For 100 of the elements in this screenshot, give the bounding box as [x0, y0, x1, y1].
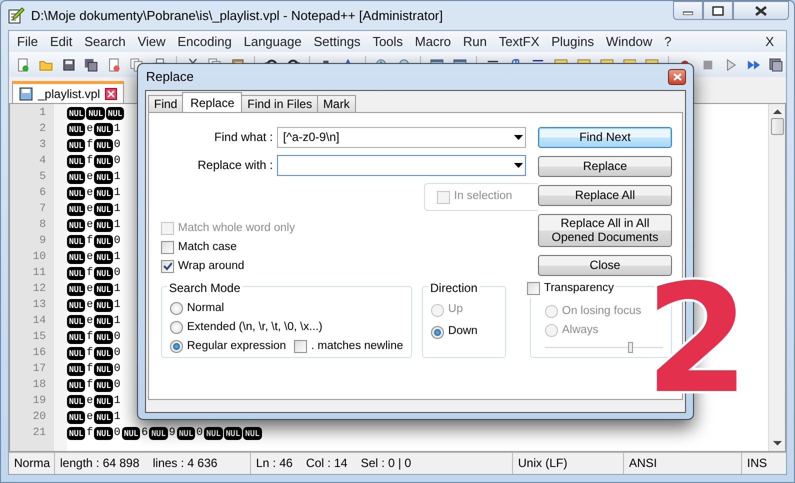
- code-char: e: [86, 250, 94, 265]
- menu-item[interactable]: TextFX: [492, 32, 546, 51]
- menu-item[interactable]: Search: [78, 32, 132, 51]
- null-char-marker: NUL: [224, 426, 242, 440]
- null-char-marker: NUL: [67, 138, 86, 152]
- dialog-tab[interactable]: Find: [148, 95, 184, 112]
- radio-button[interactable]: [170, 302, 183, 315]
- line-number: 14: [32, 314, 47, 329]
- tab-label: _playlist.vpl: [38, 86, 100, 102]
- menu-item[interactable]: View: [132, 32, 172, 51]
- radio-label: Regular expression: [187, 338, 286, 354]
- null-char-marker: NUL: [67, 362, 86, 376]
- null-char-marker: NUL: [94, 154, 113, 168]
- maximize-button[interactable]: [703, 1, 733, 20]
- document-icon[interactable]: [107, 56, 122, 72]
- null-char-marker: NUL: [86, 106, 105, 120]
- line-number: 19: [32, 394, 47, 409]
- code-char: 1: [114, 186, 121, 201]
- code-char: 1: [114, 394, 121, 409]
- code-char: 1: [114, 170, 121, 185]
- scroll-down-arrow-icon[interactable]: [772, 440, 782, 446]
- dialog-button[interactable]: Replace All: [538, 185, 672, 206]
- menu-item[interactable]: Settings: [308, 32, 367, 51]
- menu-item[interactable]: Edit: [44, 32, 78, 51]
- null-char-marker: NUL: [67, 106, 86, 120]
- close-icon: [755, 6, 767, 16]
- radio-button[interactable]: [431, 326, 444, 338]
- disks-icon[interactable]: [84, 56, 98, 72]
- line-number: 2: [38, 122, 47, 137]
- close-document-button[interactable]: X: [759, 32, 780, 51]
- status-text: Unix (LF): [513, 453, 624, 474]
- dropdown-arrow-icon[interactable]: [514, 162, 522, 168]
- null-char-marker: NUL: [94, 266, 113, 280]
- menu-item[interactable]: Encoding: [172, 32, 238, 51]
- null-char-marker: NUL: [94, 122, 113, 136]
- checkbox[interactable]: [294, 340, 308, 353]
- code-char: f: [86, 234, 94, 249]
- checkbox[interactable]: [161, 241, 174, 254]
- menu-item[interactable]: Run: [457, 32, 493, 51]
- dropdown-arrow-icon[interactable]: [514, 134, 522, 140]
- null-char-marker: NUL: [94, 378, 113, 392]
- null-char-marker: NUL: [94, 346, 113, 360]
- null-char-marker: NUL: [67, 186, 86, 200]
- dialog-tab[interactable]: Find in Files: [241, 95, 318, 112]
- radio-button[interactable]: [545, 305, 558, 318]
- code-char: e: [86, 186, 94, 201]
- dialog-button[interactable]: Close: [538, 255, 672, 276]
- line-number: 9: [38, 234, 47, 249]
- code-char: f: [86, 330, 94, 345]
- null-char-marker: NUL: [204, 426, 223, 440]
- document-icon: [19, 86, 33, 100]
- menu-item[interactable]: Window: [600, 32, 658, 51]
- close-icon[interactable]: [105, 88, 118, 100]
- file-tab[interactable]: _playlist.vpl: [12, 81, 124, 103]
- code-char: e: [86, 410, 94, 425]
- checkbox-label: Transparency: [544, 280, 614, 296]
- document-icon[interactable]: [16, 56, 30, 72]
- radio-button[interactable]: [170, 321, 183, 334]
- dialog-tab[interactable]: Mark: [317, 95, 356, 112]
- scroll-up-arrow-icon[interactable]: [772, 109, 782, 115]
- code-char: 0: [114, 138, 121, 153]
- slider-thumb[interactable]: [628, 342, 633, 353]
- dialog-button[interactable]: Replace: [538, 156, 672, 177]
- menu-item[interactable]: ?: [658, 32, 678, 51]
- close-button[interactable]: [733, 1, 789, 20]
- checkbox-label: Match whole word only: [178, 220, 295, 236]
- code-char: e: [86, 122, 94, 137]
- find-what-field[interactable]: [^a-z0-9\n]: [277, 126, 526, 148]
- replace-with-field[interactable]: [277, 154, 526, 176]
- dialog-button[interactable]: Find Next: [538, 127, 672, 148]
- line-number: 18: [32, 378, 47, 393]
- minimize-button[interactable]: [673, 1, 703, 20]
- checkbox[interactable]: [527, 282, 540, 295]
- save-macro-icon[interactable]: [769, 56, 784, 72]
- line-number: 20: [32, 410, 47, 425]
- null-char-marker: NUL: [94, 186, 113, 200]
- radio-button[interactable]: [545, 324, 558, 337]
- null-char-marker: NUL: [94, 426, 113, 440]
- menu-item[interactable]: Macro: [408, 32, 458, 51]
- close-button[interactable]: [668, 69, 686, 85]
- null-char-marker: NUL: [94, 362, 113, 376]
- menu-item[interactable]: Language: [238, 32, 308, 51]
- null-char-marker: NUL: [94, 250, 113, 264]
- checkbox-label: . matches newline: [311, 338, 404, 354]
- dialog-button[interactable]: Replace All in All Opened Documents: [538, 214, 672, 247]
- checkbox[interactable]: [161, 260, 174, 273]
- menu-item[interactable]: File: [11, 32, 44, 51]
- menu-item[interactable]: Plugins: [545, 32, 600, 51]
- null-char-marker: NUL: [67, 218, 86, 232]
- null-char-marker: NUL: [94, 170, 113, 184]
- null-char-marker: NUL: [94, 234, 113, 248]
- scrollbar-thumb[interactable]: [770, 118, 784, 135]
- code-char: 1: [114, 410, 121, 425]
- code-char: e: [86, 314, 94, 329]
- code-char: f: [86, 378, 94, 393]
- vertical-scrollbar[interactable]: [768, 104, 785, 451]
- radio-button[interactable]: [170, 340, 183, 353]
- code-char: 0: [114, 346, 121, 361]
- dialog-tab[interactable]: Replace: [182, 92, 242, 112]
- menu-item[interactable]: Tools: [366, 32, 409, 51]
